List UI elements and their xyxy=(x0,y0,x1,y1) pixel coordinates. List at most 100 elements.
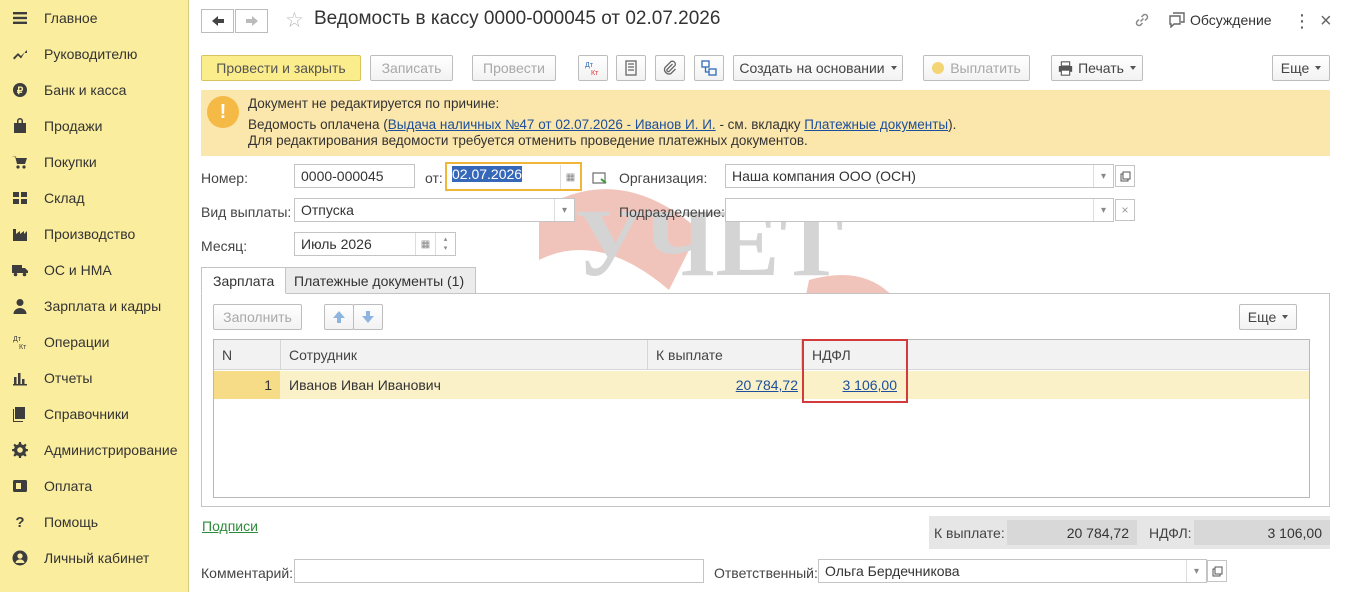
factory-icon xyxy=(11,225,29,243)
tab-payment-documents[interactable]: Платежные документы (1) xyxy=(282,267,477,294)
sidebar-item-label: Главное xyxy=(44,10,98,26)
print-label: Печать xyxy=(1078,60,1124,76)
books-icon xyxy=(11,405,29,423)
date-label: от: xyxy=(425,170,443,186)
sidebar-item-label: Операции xyxy=(44,334,110,350)
attach-button[interactable] xyxy=(655,55,685,81)
column-header-employee[interactable]: Сотрудник xyxy=(281,340,648,370)
tab-salary[interactable]: Зарплата xyxy=(201,267,287,294)
discussion-icon[interactable] xyxy=(1169,12,1185,28)
sidebar-item-production[interactable]: Производство xyxy=(0,216,189,252)
account-icon xyxy=(11,549,29,567)
warning-icon: ! xyxy=(207,96,239,128)
sidebar-item-fixed-assets[interactable]: ОС и НМА xyxy=(0,252,189,288)
to-pay-link[interactable]: 20 784,72 xyxy=(736,377,798,393)
number-field[interactable]: 0000-000045 xyxy=(294,164,415,188)
banner-text: - см. вкладку xyxy=(715,117,805,132)
chevron-down-icon[interactable]: ▾ xyxy=(1093,199,1113,221)
sidebar-item-operations[interactable]: Дт Кт Операции xyxy=(0,324,189,360)
chevron-down-icon[interactable]: ▾ xyxy=(554,199,574,221)
sidebar-item-purchases[interactable]: Покупки xyxy=(0,144,189,180)
highlight-box xyxy=(802,339,908,403)
sidebar-item-bank[interactable]: ₽ Банк и касса xyxy=(0,72,189,108)
calendar-icon[interactable]: ▦ xyxy=(415,233,435,255)
subdivision-field[interactable]: ▾ xyxy=(725,198,1114,222)
totals-panel: К выплате: 20 784,72 НДФЛ: 3 106,00 xyxy=(929,516,1330,549)
organization-field[interactable]: Наша компания ООО (ОСН) ▾ xyxy=(725,164,1114,188)
sidebar-item-sales[interactable]: Продажи xyxy=(0,108,189,144)
sidebar-item-reports[interactable]: Отчеты xyxy=(0,360,189,396)
sidebar-item-admin[interactable]: Администрирование xyxy=(0,432,189,468)
sidebar-item-manager[interactable]: Руководителю xyxy=(0,36,189,72)
structure-button[interactable] xyxy=(616,55,646,81)
discussion-button[interactable]: Обсуждение xyxy=(1190,12,1272,28)
calendar-icon[interactable]: ▦ xyxy=(560,165,580,189)
more-button[interactable]: Еще xyxy=(1272,55,1330,81)
dt-kt-icon: ДтКт xyxy=(11,333,29,351)
person-icon xyxy=(11,297,29,315)
table-row[interactable]: 1 Иванов Иван Иванович 20 784,72 3 106,0… xyxy=(214,371,1309,399)
chevron-down-icon[interactable]: ▾ xyxy=(1186,560,1206,582)
sidebar-item-main[interactable]: Главное xyxy=(0,0,189,36)
move-up-button[interactable] xyxy=(324,304,354,330)
responsible-value: Ольга Бердечникова xyxy=(825,563,960,579)
sidebar-item-label: Производство xyxy=(44,226,136,242)
responsible-field[interactable]: Ольга Бердечникова ▾ xyxy=(818,559,1207,583)
organization-label: Организация: xyxy=(619,170,708,186)
month-field[interactable]: Июль 2026 ▦ ▴ ▾ xyxy=(294,232,456,256)
forward-button[interactable] xyxy=(235,9,268,33)
column-header-to-pay[interactable]: К выплате xyxy=(648,340,802,370)
create-based-on-button[interactable]: Создать на основании xyxy=(733,55,903,81)
sidebar-item-account[interactable]: Личный кабинет xyxy=(0,540,189,576)
link-icon[interactable] xyxy=(1133,11,1151,29)
date-field[interactable]: 02.07.2026 ▦ xyxy=(445,162,582,191)
open-organization-button[interactable] xyxy=(1115,165,1135,187)
open-responsible-button[interactable] xyxy=(1207,560,1227,582)
signatures-link[interactable]: Подписи xyxy=(202,518,258,534)
sidebar-item-salary[interactable]: Зарплата и кадры xyxy=(0,288,189,324)
save-button[interactable]: Записать xyxy=(370,55,453,81)
post-button[interactable]: Провести xyxy=(472,55,556,81)
sidebar-item-directories[interactable]: Справочники xyxy=(0,396,189,432)
more-options-icon[interactable]: ⋮ xyxy=(1293,9,1311,33)
move-down-button[interactable] xyxy=(353,304,383,330)
info-banner: ! Документ не редактируется по причине: … xyxy=(201,90,1330,156)
chevron-down-icon[interactable]: ▾ xyxy=(1093,165,1113,187)
related-documents-button[interactable] xyxy=(694,55,724,81)
column-header-n[interactable]: N xyxy=(214,340,281,370)
employees-table: N Сотрудник К выплате НДФЛ 1 Иванов Иван… xyxy=(213,339,1310,498)
dt-kt-button[interactable]: Дт Кт xyxy=(578,55,608,81)
paperclip-icon xyxy=(663,60,676,75)
payment-documents-link[interactable]: Платежные документы xyxy=(804,117,948,132)
back-button[interactable] xyxy=(201,9,234,33)
print-button[interactable]: Печать xyxy=(1051,55,1143,81)
document-list-icon xyxy=(625,60,637,76)
structure-icon xyxy=(701,60,717,76)
post-and-close-button[interactable]: Провести и закрыть xyxy=(201,55,361,81)
history-icon[interactable] xyxy=(592,170,608,186)
sidebar-item-warehouse[interactable]: Склад xyxy=(0,180,189,216)
clear-subdivision-button[interactable]: × xyxy=(1115,199,1135,221)
comment-field[interactable] xyxy=(294,559,704,583)
pay-button[interactable]: Выплатить xyxy=(923,55,1030,81)
printer-icon xyxy=(1058,60,1073,76)
coin-icon xyxy=(932,62,945,74)
svg-text:Дт: Дт xyxy=(13,336,22,343)
fill-button[interactable]: Заполнить xyxy=(213,304,302,330)
open-icon xyxy=(1120,171,1130,181)
month-stepper[interactable]: ▴ ▾ xyxy=(435,233,455,255)
cart-icon xyxy=(11,153,29,171)
row-to-pay: 20 784,72 xyxy=(648,371,798,399)
sidebar-item-payment[interactable]: Оплата xyxy=(0,468,189,504)
table-more-button[interactable]: Еще xyxy=(1239,304,1297,330)
cash-issue-link[interactable]: Выдача наличных №47 от 02.07.2026 - Иван… xyxy=(388,117,716,132)
sidebar-item-label: ОС и НМА xyxy=(44,262,112,278)
close-icon[interactable]: × xyxy=(1320,9,1332,33)
page-title: Ведомость в кассу 0000-000045 от 02.07.2… xyxy=(314,8,721,29)
banner-text: Ведомость оплачена ( xyxy=(248,117,388,132)
favorite-star-icon[interactable]: ☆ xyxy=(285,9,304,33)
arrow-right-icon xyxy=(245,16,258,26)
sidebar-item-help[interactable]: ? Помощь xyxy=(0,504,189,540)
pay-type-field[interactable]: Отпуска ▾ xyxy=(294,198,575,222)
chevron-down-icon xyxy=(1315,66,1322,70)
